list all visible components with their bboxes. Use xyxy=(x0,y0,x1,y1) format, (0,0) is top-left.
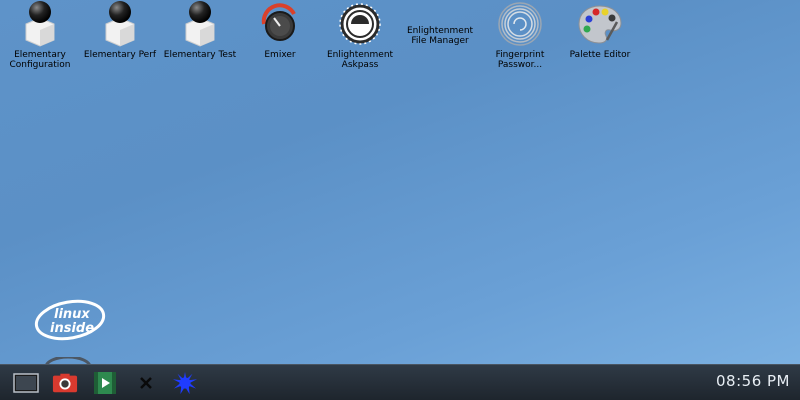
desktop-icon-label: Elementary Configuration xyxy=(9,50,71,70)
close-icon xyxy=(140,377,152,389)
terminal-icon xyxy=(13,373,39,393)
palette-icon xyxy=(576,0,624,48)
desktop-icon-elementary-configuration[interactable]: Elementary Configuration xyxy=(0,0,80,72)
elementary-ball-icon xyxy=(96,0,144,48)
logo-text-line1: linux xyxy=(54,307,90,322)
desktop-icon-label: Elementary Perf xyxy=(83,50,157,60)
desktop-icon-label: Fingerprint Passwor... xyxy=(495,50,545,70)
desktop-icon-label: Enlightenment File Manager xyxy=(406,26,474,46)
taskbar-close-launcher[interactable] xyxy=(133,371,159,395)
desktop: Elementary Configuration Elementary Perf xyxy=(0,0,800,364)
splat-icon xyxy=(172,371,198,395)
taskbar-screenshot-launcher[interactable] xyxy=(52,371,78,395)
desktop-icon-enlightenment-askpass[interactable]: Enlightenment Askpass xyxy=(320,0,400,72)
elementary-ball-icon xyxy=(176,0,224,48)
elementary-ball-icon xyxy=(16,0,64,48)
desktop-icon-palette-editor[interactable]: Palette Editor xyxy=(560,0,640,72)
logo-text-line2: inside xyxy=(50,321,94,336)
taskbar: 08:56 PM xyxy=(0,364,800,400)
desktop-icon-fingerprint-password[interactable]: Fingerprint Passwor... xyxy=(480,0,560,72)
fingerprint-icon xyxy=(496,0,544,48)
camera-icon xyxy=(52,373,78,393)
video-player-icon xyxy=(94,372,116,394)
taskbar-terminal-launcher[interactable] xyxy=(13,371,39,395)
desktop-icon-elementary-perf[interactable]: Elementary Perf xyxy=(80,0,160,72)
linux-inside-logo: linux inside xyxy=(32,298,108,342)
taskbar-clock[interactable]: 08:56 PM xyxy=(716,372,790,390)
taskbar-media-player-launcher[interactable] xyxy=(92,371,118,395)
desktop-icon-label: Elementary Test xyxy=(163,50,237,60)
desktop-icon-emixer[interactable]: Emixer xyxy=(240,0,320,72)
enlightenment-icon xyxy=(336,0,384,48)
desktop-icon-elementary-test[interactable]: Elementary Test xyxy=(160,0,240,72)
volume-knob-icon xyxy=(256,0,304,48)
taskbar-enlightenment-launcher[interactable] xyxy=(172,371,198,395)
desktop-icon-enlightenment-file-manager[interactable]: Enlightenment File Manager xyxy=(400,0,480,72)
desktop-icon-label: Palette Editor xyxy=(569,50,631,60)
desktop-icon-label: Emixer xyxy=(264,50,296,60)
desktop-icon-label: Enlightenment Askpass xyxy=(326,50,394,70)
